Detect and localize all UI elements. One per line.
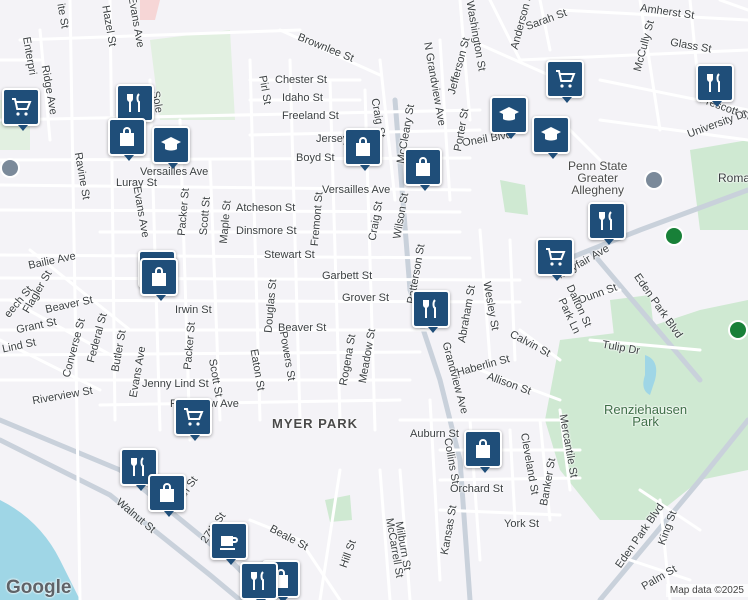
street-label: Garbett St [322, 270, 373, 282]
street-label: Irwin St [175, 304, 212, 316]
street-label: Stewart St [264, 249, 315, 261]
university-marker-icon[interactable] [644, 170, 664, 190]
street-label: Dinsmore St [236, 225, 297, 237]
poi-label-penn-state[interactable]: Penn State Greater Allegheny [568, 160, 627, 196]
street-label: Boyd St [296, 152, 335, 164]
map-attribution[interactable]: Map data ©2025 [665, 584, 748, 597]
shopping-cart-pin-icon[interactable] [536, 238, 574, 281]
shopping-bag-pin-icon[interactable] [148, 474, 186, 517]
shopping-cart-pin-icon[interactable] [174, 398, 212, 441]
restaurant-pin-icon[interactable] [588, 202, 626, 245]
shopping-cart-pin-icon[interactable] [2, 88, 40, 131]
shopping-bag-pin-icon[interactable] [344, 128, 382, 171]
park-marker-icon[interactable] [664, 226, 684, 246]
park-label-renziehausen: Renziehausen Park [604, 402, 688, 429]
shopping-bag-pin-icon[interactable] [140, 258, 178, 301]
school-pin-icon[interactable] [152, 126, 190, 169]
shopping-bag-pin-icon[interactable] [108, 118, 146, 161]
street-label: Atcheson St [236, 202, 296, 214]
school-pin-icon[interactable] [490, 96, 528, 139]
shopping-bag-pin-icon[interactable] [404, 148, 442, 191]
street-label: Versailles Ave [322, 184, 391, 196]
street-label: Orchard St [450, 483, 504, 495]
street-label: Chester St [275, 74, 327, 86]
park-marker-icon[interactable] [728, 320, 748, 340]
restaurant-pin-icon[interactable] [412, 290, 450, 333]
school-pin-icon[interactable] [532, 116, 570, 159]
street-label: York St [504, 518, 540, 530]
cafe-pin-icon[interactable] [210, 522, 248, 565]
area-label-myer-park: MYER PARK [272, 416, 359, 431]
poi-label-fragment: Roma [718, 171, 748, 185]
map-canvas[interactable]: Amherst St Sarah St Glass St McCully St … [0, 0, 748, 600]
restaurant-pin-icon[interactable] [116, 84, 154, 127]
restaurant-pin-icon[interactable] [696, 64, 734, 107]
shopping-cart-pin-icon[interactable] [546, 60, 584, 103]
library-marker-icon[interactable] [0, 158, 20, 178]
shopping-bag-pin-icon[interactable] [464, 430, 502, 473]
street-label: Jenny Lind St [142, 378, 209, 390]
street-label: Grover St [342, 292, 390, 304]
street-label: Idaho St [282, 92, 323, 104]
street-label: Freeland St [282, 110, 339, 122]
google-logo: Google [6, 577, 72, 598]
restaurant-pin-icon[interactable] [240, 562, 278, 600]
